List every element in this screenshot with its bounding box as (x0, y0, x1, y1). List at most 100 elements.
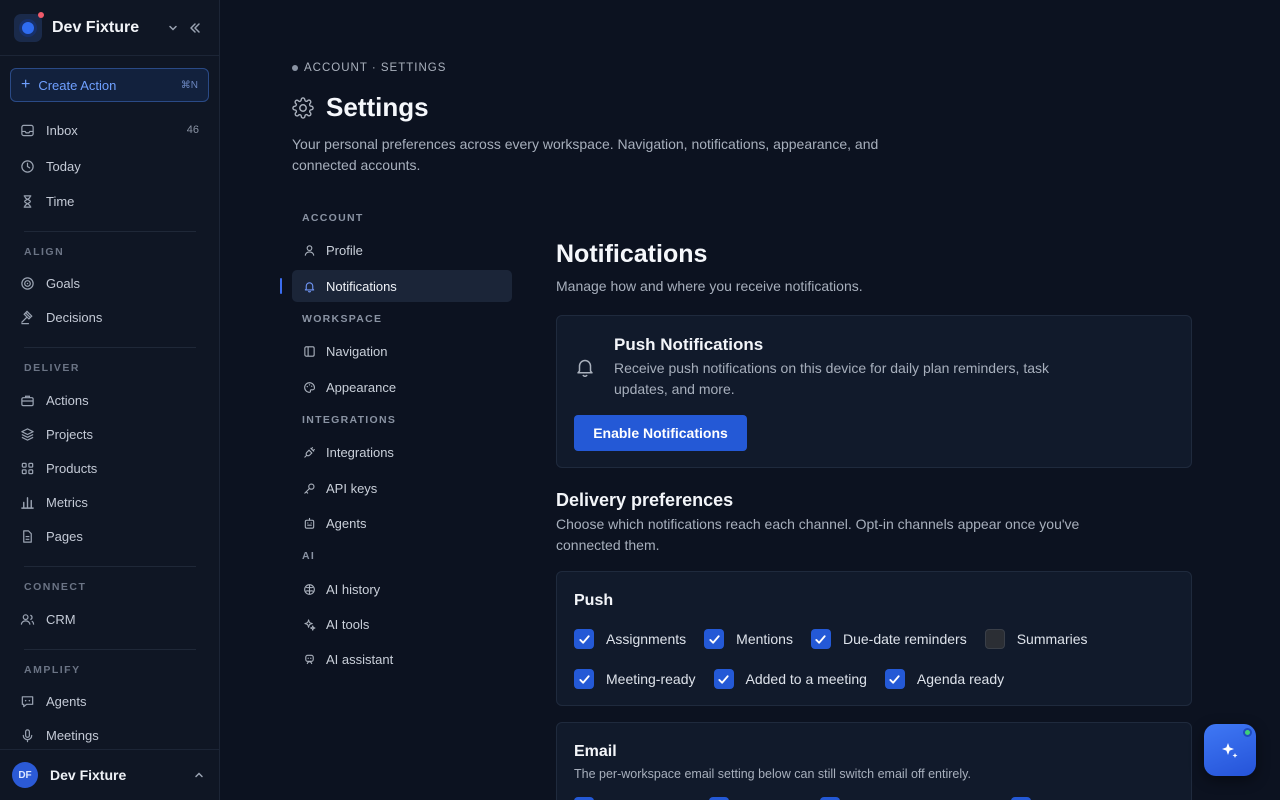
create-action-button[interactable]: + Create Action ⌘N (10, 68, 209, 102)
sidebar-section-title: DELIVER (24, 362, 81, 374)
page-description: Your personal preferences across every w… (292, 136, 879, 173)
workspace-switcher[interactable]: Dev Fixture (14, 12, 206, 43)
sidebar: Dev Fixture + Create Action ⌘N Inbox 46 … (0, 0, 220, 800)
chevron-down-icon[interactable] (162, 17, 184, 39)
brain-icon (304, 583, 315, 595)
settings-nav-api-keys[interactable]: API keys (292, 472, 512, 504)
checkbox-summaries[interactable]: Summaries (984, 629, 1088, 649)
sidebar-item-goals[interactable]: Goals (10, 268, 209, 298)
checkbox-assignments[interactable]: Assignments (574, 629, 686, 649)
push-notifications-card: Push Notifications Receive push notifica… (556, 315, 1192, 468)
document-icon (23, 529, 32, 543)
sidebar-item-label: Pages (46, 528, 83, 544)
checkbox-row: Assignments Mentions Due-date reminders … (574, 629, 1106, 649)
checkbox-mentions[interactable]: Mentions (704, 629, 793, 649)
chevron-up-icon[interactable] (191, 767, 207, 783)
settings-section-title: ACCOUNT (302, 212, 364, 224)
plus-icon: + (21, 76, 31, 93)
workspace-name: Dev Fixture (52, 19, 140, 36)
sidebar-separator (24, 347, 196, 348)
sidebar-item-decisions[interactable]: Decisions (10, 302, 209, 332)
settings-nav-ai-assistant[interactable]: AI assistant (292, 643, 512, 675)
settings-nav-notifications[interactable]: Notifications (292, 270, 512, 302)
checkbox-due-date-reminders[interactable]: Due-date reminders (810, 629, 967, 649)
page-title-text: Settings (326, 92, 429, 122)
microphone-icon (22, 728, 33, 742)
user-menu[interactable]: DF Dev Fixture (0, 749, 219, 800)
checkbox-checked[interactable] (574, 669, 594, 689)
check-icon (815, 634, 827, 644)
checkbox-added-to-meeting[interactable]: Added to a meeting (713, 669, 867, 689)
checkbox-label: Agenda ready (916, 671, 1005, 687)
delivery-preferences-title: Delivery preferences (556, 490, 734, 510)
sparkle-icon (1222, 743, 1238, 758)
collapse-sidebar-icon[interactable] (184, 17, 206, 39)
settings-section-title: INTEGRATIONS (302, 414, 397, 426)
sidebar-item-crm[interactable]: CRM (10, 604, 209, 634)
settings-nav-label: Profile (326, 242, 363, 258)
enable-notifications-button[interactable]: Enable Notifications (574, 415, 747, 451)
settings-nav-navigation[interactable]: Navigation (292, 335, 512, 367)
grid-icon (21, 462, 34, 474)
bar-chart-icon (21, 496, 34, 509)
breadcrumb-dot (292, 65, 298, 71)
online-status-dot (1243, 728, 1252, 737)
sidebar-item-agents[interactable]: Agents (10, 686, 209, 716)
checkbox-checked[interactable] (810, 629, 831, 649)
sidebar-section-title: CONNECT (24, 581, 87, 593)
sidebar-item-label: CRM (46, 611, 76, 627)
settings-nav-label: Agents (326, 515, 367, 531)
inbox-count-badge: 46 (186, 124, 199, 136)
assistant-icon (305, 654, 314, 664)
sidebar-item-time[interactable]: Time (10, 186, 209, 216)
sidebar-item-products[interactable]: Products (10, 453, 209, 483)
sidebar-item-label: Actions (46, 392, 89, 408)
settings-nav-ai-history[interactable]: AI history (292, 573, 512, 605)
email-channel-card: Email The per-workspace email setting be… (556, 722, 1192, 800)
sidebar-item-label: Agents (46, 693, 87, 709)
sidebar-item-meetings[interactable]: Meetings (10, 720, 209, 750)
settings-nav-appearance[interactable]: Appearance (292, 371, 512, 403)
settings-nav-label: Appearance (326, 379, 397, 395)
check-icon (709, 634, 720, 644)
checkbox-label: Mentions (736, 631, 793, 647)
delivery-preferences-description: Choose which notifications reach each ch… (556, 516, 1080, 553)
settings-section-title: WORKSPACE (302, 313, 383, 325)
checkbox-checked[interactable] (884, 669, 905, 689)
checkbox-label: Summaries (1016, 631, 1088, 647)
sidebar-item-label: Goals (46, 275, 80, 291)
sidebar-item-today[interactable]: Today (10, 151, 209, 181)
checkbox-label: Assignments (606, 631, 687, 647)
palette-icon (304, 381, 315, 393)
settings-nav-integrations[interactable]: Integrations (292, 436, 512, 468)
sidebar-item-projects[interactable]: Projects (10, 419, 209, 449)
sidebar-item-pages[interactable]: Pages (10, 521, 209, 551)
chat-icon (21, 695, 34, 707)
sidebar-item-inbox[interactable]: Inbox 46 (10, 115, 209, 145)
checkbox-checked[interactable] (704, 629, 725, 649)
checkbox-checked[interactable] (574, 629, 594, 649)
breadcrumb-text: ACCOUNT · SETTINGS (304, 62, 447, 74)
check-icon (718, 674, 729, 684)
checkbox-meeting-ready[interactable]: Meeting-ready (574, 669, 696, 689)
checkbox-agenda-ready[interactable]: Agenda ready (884, 669, 1005, 689)
checkbox-unchecked[interactable] (984, 629, 1005, 649)
settings-nav-agents[interactable]: Agents (292, 507, 512, 539)
settings-nav-label: AI tools (326, 616, 370, 632)
checkbox-label: Due-date reminders (842, 631, 967, 647)
ai-assistant-button[interactable] (1204, 724, 1256, 776)
shortcut-hint: ⌘N (180, 79, 198, 91)
check-icon (889, 674, 901, 684)
push-channel-card: Push Assignments Mentions Due-date remin… (556, 571, 1192, 706)
active-nav-indicator (280, 278, 282, 294)
settings-nav-ai-tools[interactable]: AI tools (292, 608, 512, 640)
notifications-header: Notifications Manage how and where you r… (556, 240, 1192, 294)
settings-nav-label: Navigation (326, 343, 388, 359)
sidebar-item-metrics[interactable]: Metrics (10, 487, 209, 517)
settings-nav-profile[interactable]: Profile (292, 234, 512, 266)
sidebar-item-label: Decisions (46, 309, 103, 325)
sidebar-item-actions[interactable]: Actions (10, 385, 209, 415)
person-icon (304, 244, 315, 256)
sidebar-item-label: Projects (46, 426, 93, 442)
checkbox-checked[interactable] (713, 669, 734, 689)
